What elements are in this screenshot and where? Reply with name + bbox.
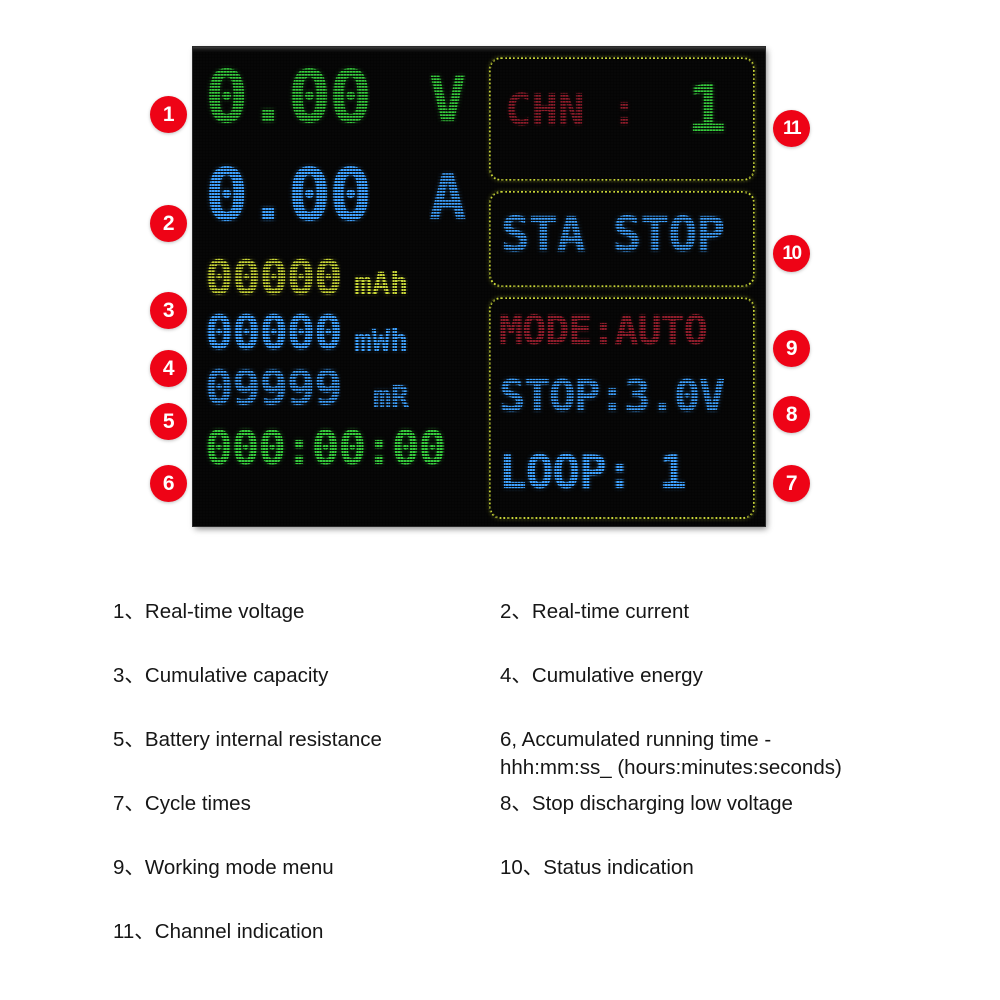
capacity-unit: mAh — [354, 267, 409, 302]
voltage-unit: V — [429, 63, 467, 136]
stop-voltage-text: STOP:3.0V — [499, 371, 725, 422]
capacity-value: 00000 — [205, 251, 342, 306]
energy-unit: mWh — [354, 324, 409, 359]
lcd-left-column: 0.00 V 0.00 A 00000 mAh 00000 mWh 09999 … — [203, 55, 489, 520]
loop-text: LOOP: 1 — [499, 445, 687, 499]
legend-item-5: 5、Battery internal resistance — [113, 728, 382, 751]
callout-badge-8: 8 — [773, 396, 810, 433]
channel-value: 1 — [687, 71, 727, 148]
legend-item-4: 4、Cumulative energy — [500, 664, 703, 687]
callout-badge-10: 10 — [773, 235, 810, 272]
voltage-value: 0.00 — [205, 55, 372, 139]
callout-badge-7: 7 — [773, 465, 810, 502]
callout-badge-3: 3 — [150, 292, 187, 329]
channel-label: CHN : — [505, 85, 638, 136]
callout-badge-5: 5 — [150, 403, 187, 440]
callout-badge-9: 9 — [773, 330, 810, 367]
status-text: STA STOP — [501, 207, 725, 263]
channel-indication-box: CHN : 1 — [489, 57, 755, 181]
legend-list: 1、Real-time voltage 2、Real-time current … — [0, 575, 1000, 975]
legend-item-10: 10、Status indication — [500, 856, 694, 879]
legend-item-1: 1、Real-time voltage — [113, 600, 305, 623]
legend-item-9: 9、Working mode menu — [113, 856, 334, 879]
callout-badge-11: 11 — [773, 110, 810, 147]
legend-item-11: 11、Channel indication — [113, 920, 324, 943]
callout-badge-2: 2 — [150, 205, 187, 242]
callout-badge-1: 1 — [150, 96, 187, 133]
callout-badge-4: 4 — [150, 350, 187, 387]
legend-item-7: 7、Cycle times — [113, 792, 251, 815]
current-value: 0.00 — [205, 153, 372, 237]
callout-badge-6: 6 — [150, 465, 187, 502]
mode-text: MODE:AUTO — [499, 308, 708, 354]
resistance-value: 09999 — [205, 361, 342, 416]
legend-item-3: 3、Cumulative capacity — [113, 664, 329, 687]
lcd-right-column: CHN : 1 STA STOP MODE:AUTO STOP:3.0V LOO… — [489, 57, 757, 519]
legend-item-8: 8、Stop discharging low voltage — [500, 792, 793, 815]
current-unit: A — [429, 161, 467, 234]
mode-menu-box: MODE:AUTO STOP:3.0V LOOP: 1 — [489, 297, 755, 519]
legend-item-2: 2、Real-time current — [500, 600, 690, 623]
status-indication-box: STA STOP — [489, 191, 755, 287]
energy-value: 00000 — [205, 306, 342, 361]
legend-item-6: 6, Accumulated running time - hhh:mm:ss_… — [500, 728, 842, 780]
resistance-unit: mR — [373, 380, 410, 415]
runtime-value: 000:00:00 — [205, 421, 446, 475]
lcd-display-panel: 0.00 V 0.00 A 00000 mAh 00000 mWh 09999 … — [193, 47, 765, 526]
